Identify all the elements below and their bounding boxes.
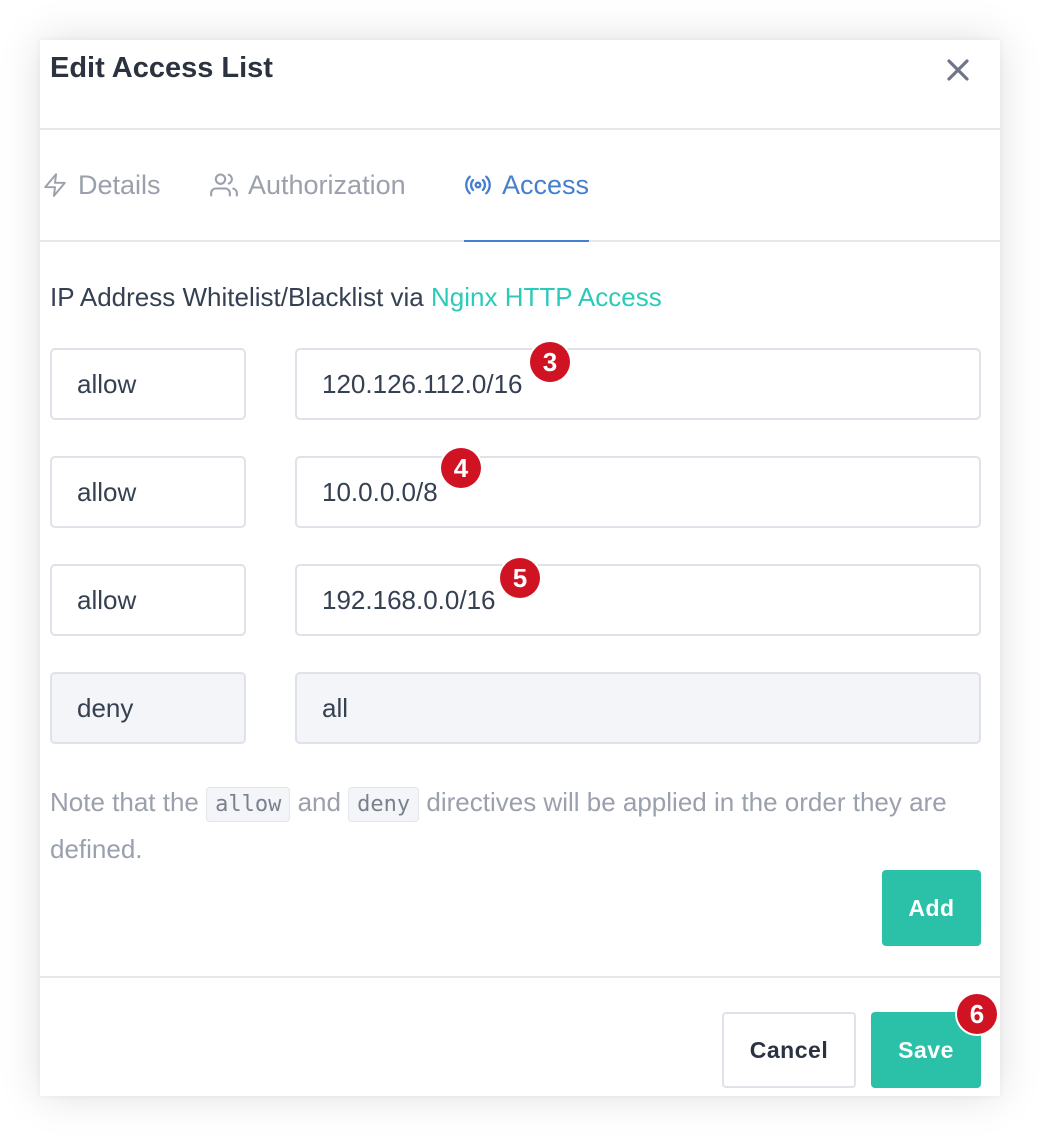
code-allow: allow (206, 787, 291, 822)
address-input-disabled: all (295, 672, 981, 744)
tab-authorization-label: Authorization (248, 169, 406, 200)
tab-access[interactable]: Access (464, 130, 590, 242)
users-icon (210, 173, 238, 197)
intro-text: IP Address Whitelist/Blacklist via (50, 282, 431, 312)
directive-select[interactable]: allow (50, 564, 246, 636)
close-icon (947, 59, 969, 81)
tab-access-label: Access (502, 169, 590, 200)
edit-access-list-modal: Edit Access List Details Authorization A… (40, 40, 1000, 1096)
close-button[interactable] (940, 52, 976, 88)
modal-title: Edit Access List (50, 52, 273, 84)
step-badge: 5 (500, 558, 540, 598)
address-input[interactable]: 120.126.112.0/16 (295, 348, 981, 420)
tab-details-label: Details (78, 169, 161, 200)
directive-select-disabled: deny (50, 672, 246, 744)
tab-bar: Details Authorization Access (40, 130, 1000, 242)
code-deny: deny (348, 787, 420, 822)
step-badge: 3 (530, 342, 570, 382)
address-input[interactable]: 10.0.0.0/8 (295, 456, 981, 528)
address-input[interactable]: 192.168.0.0/16 (295, 564, 981, 636)
note-prefix: Note that the (50, 787, 207, 817)
directive-select[interactable]: allow (50, 456, 246, 528)
access-intro: IP Address Whitelist/Blacklist via Nginx… (50, 282, 662, 313)
footer-divider (40, 976, 1000, 978)
step-badge: 6 (957, 994, 997, 1034)
tab-details[interactable]: Details (42, 130, 161, 240)
tab-authorization[interactable]: Authorization (210, 130, 406, 240)
order-note: Note that the allow and deny directives … (50, 780, 990, 872)
step-badge: 4 (441, 448, 481, 488)
nginx-http-access-link[interactable]: Nginx HTTP Access (431, 282, 662, 312)
lightning-icon (44, 173, 66, 197)
add-button[interactable]: Add (882, 870, 981, 946)
modal-header: Edit Access List (40, 40, 1000, 130)
cancel-button[interactable]: Cancel (722, 1012, 856, 1088)
radio-broadcast-icon (465, 175, 491, 195)
note-middle: and (290, 787, 349, 817)
directive-select[interactable]: allow (50, 348, 246, 420)
